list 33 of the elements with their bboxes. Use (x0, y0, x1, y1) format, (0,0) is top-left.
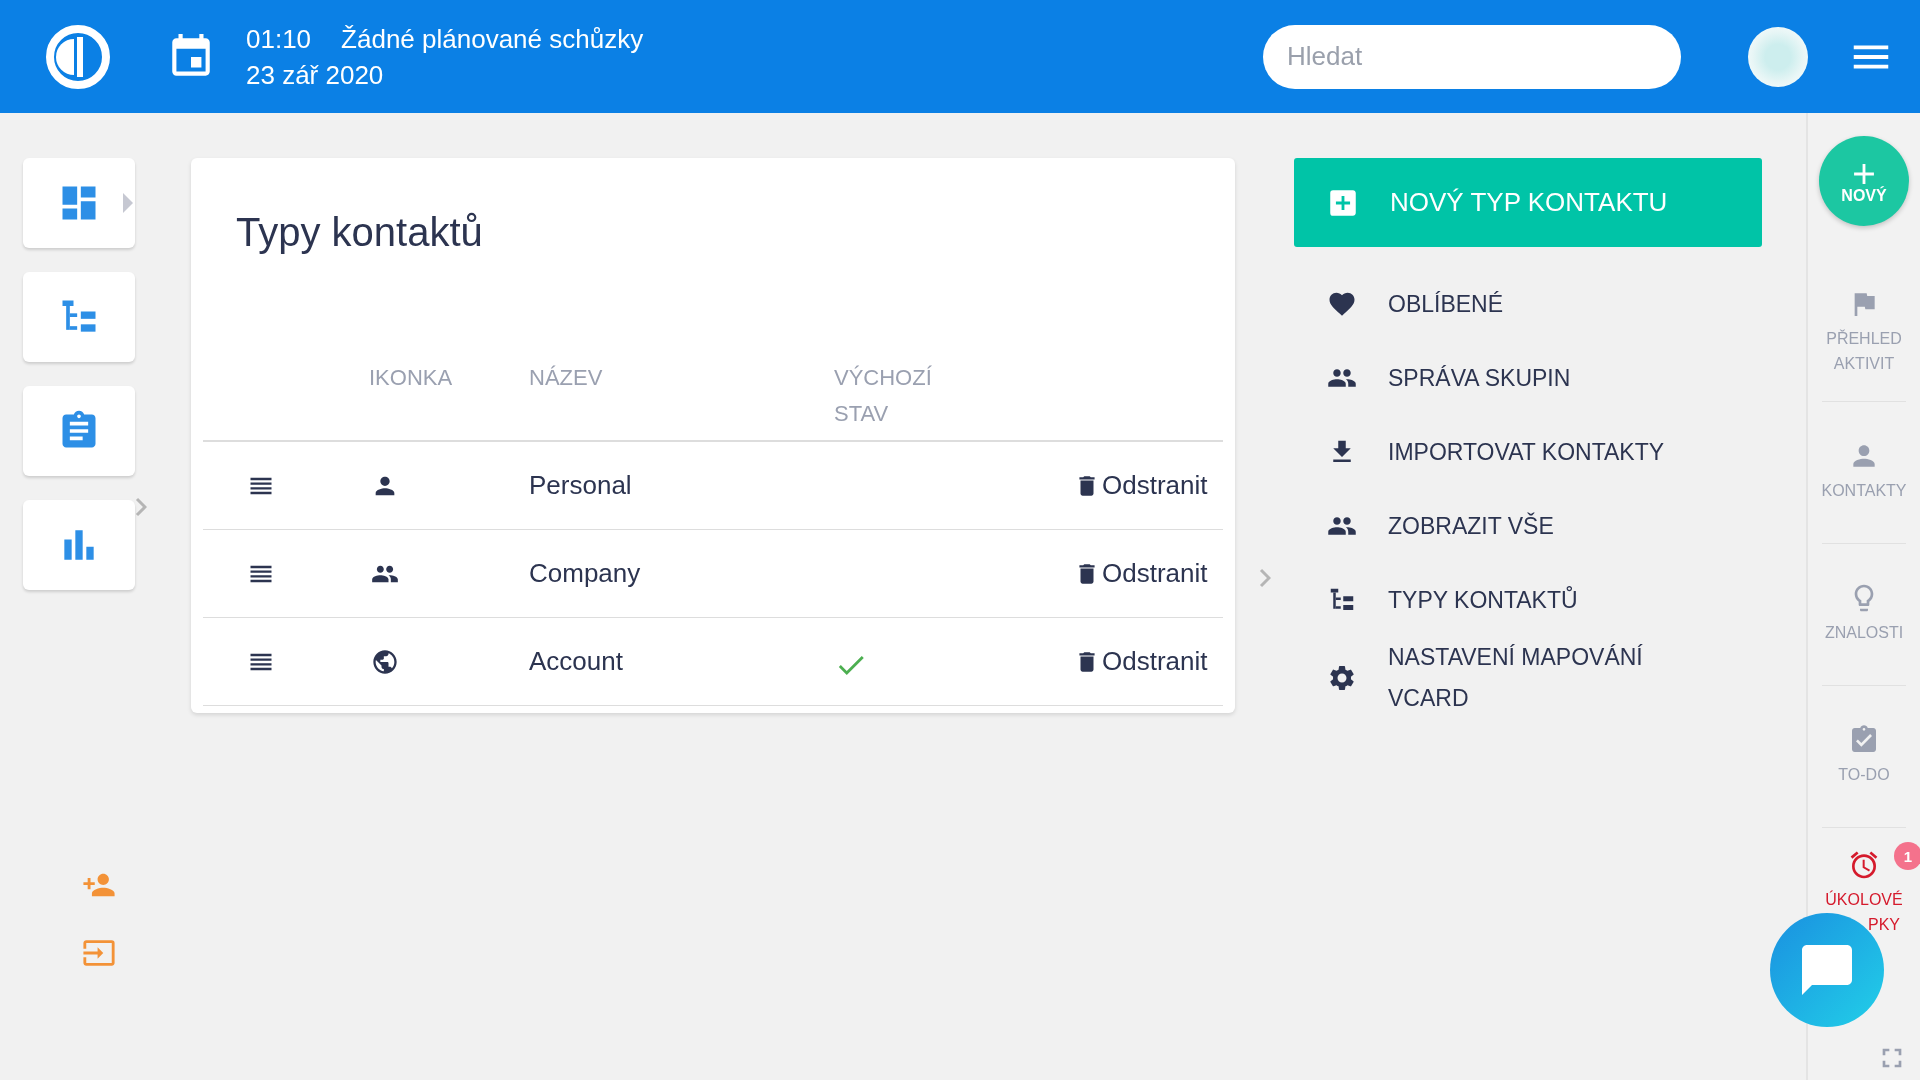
nav-card[interactable] (23, 158, 135, 248)
menu-item[interactable]: ZOBRAZIT VŠE (1294, 489, 1762, 563)
column-header: VÝCHOZÍ STAV (834, 364, 933, 428)
chevron-icon (1258, 568, 1271, 588)
nav-card[interactable] (23, 386, 135, 476)
delete-button[interactable]: Odstranit (1074, 470, 1208, 501)
rail-label: PKY (1868, 915, 1900, 935)
menu-item[interactable]: IMPORTOVAT KONTAKTY (1294, 415, 1762, 489)
menu-item[interactable]: SPRÁVA SKUPIN (1294, 341, 1762, 415)
column-header: IKONKA (368, 364, 454, 392)
meeting-status: Žádné plánované schůzky (341, 22, 644, 56)
current-date: 23 zář 2020 (246, 58, 385, 92)
type-name: Personal (529, 470, 632, 501)
alarm-clock-icon (1848, 849, 1880, 881)
type-name: Account (529, 646, 623, 677)
type-name: Company (529, 558, 641, 589)
nav-card[interactable] (23, 272, 135, 362)
card-title: Typy kontaktů (235, 209, 484, 256)
chevron-icon (135, 497, 147, 517)
globe-icon (371, 647, 399, 676)
menu-item[interactable]: OBLÍBENÉ (1294, 267, 1762, 341)
logo-icon[interactable] (44, 22, 112, 91)
expand-button[interactable] (135, 497, 147, 517)
settings-icon (1327, 663, 1357, 693)
column-header: NÁZEV (529, 364, 604, 392)
menu-item[interactable]: TYPY KONTAKTŮ (1294, 563, 1762, 637)
nav-card[interactable] (23, 500, 135, 590)
notification-badge: 1 (1894, 842, 1920, 870)
search-field[interactable]: Hledat (1263, 24, 1681, 89)
current-time: 01:10 (246, 22, 312, 56)
delete-button[interactable]: Odstranit (1074, 558, 1208, 589)
delete-button[interactable]: Odstranit (1074, 646, 1208, 677)
menu-item[interactable]: NASTAVENÍ MAPOVÁNÍ VCARD (1294, 637, 1762, 719)
